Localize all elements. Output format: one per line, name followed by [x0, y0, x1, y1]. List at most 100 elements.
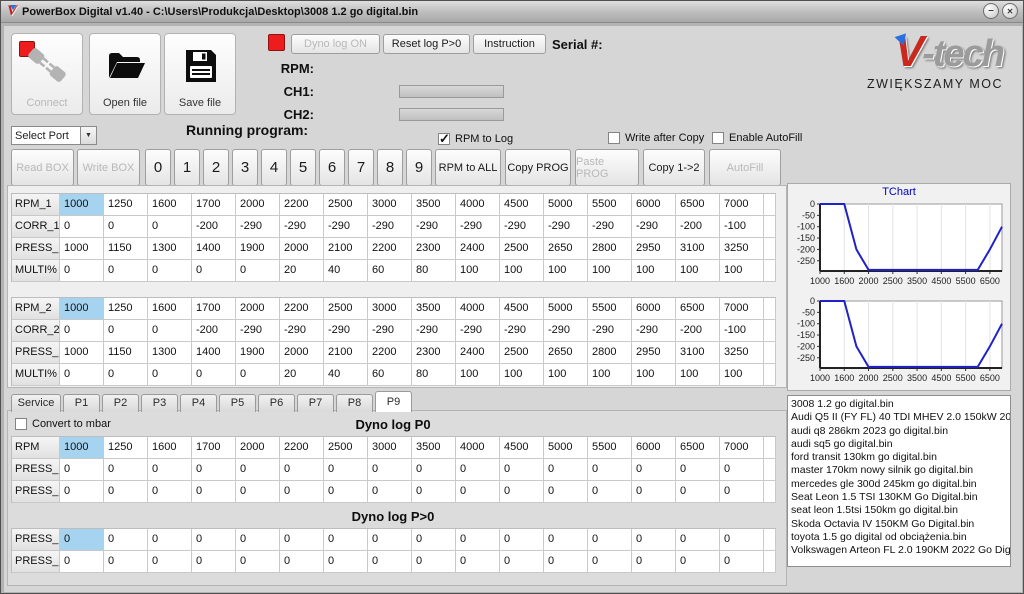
grid-cell[interactable]: 2200 — [368, 342, 412, 364]
grid-cell[interactable]: 0 — [280, 481, 324, 503]
grid-cell[interactable]: 0 — [720, 459, 764, 481]
open-file-button[interactable]: Open file — [89, 33, 161, 115]
grid-cell[interactable]: 0 — [60, 481, 104, 503]
grid-cell[interactable]: 2950 — [632, 238, 676, 260]
grid-cell[interactable]: 3000 — [368, 298, 412, 320]
grid-cell[interactable]: 1300 — [148, 238, 192, 260]
tab-p1[interactable]: P1 — [63, 394, 100, 412]
tab-p4[interactable]: P4 — [180, 394, 217, 412]
grid-cell[interactable]: -290 — [280, 216, 324, 238]
grid-cell[interactable]: 1400 — [192, 342, 236, 364]
grid-cell[interactable]: 3500 — [412, 194, 456, 216]
file-list-item[interactable]: mercedes gle 300d 245km go digital.bin — [791, 478, 1010, 491]
grid-cell[interactable]: 0 — [236, 529, 280, 551]
grid-cell[interactable]: 0 — [324, 529, 368, 551]
grid-cell[interactable]: 0 — [104, 481, 148, 503]
paste-prog-button[interactable]: Paste PROG — [575, 149, 639, 186]
grid-cell[interactable]: 1300 — [148, 342, 192, 364]
tab-p7[interactable]: P7 — [297, 394, 334, 412]
checkbox-box[interactable] — [438, 131, 450, 147]
digit-button-6[interactable]: 6 — [319, 149, 345, 186]
grid-cell[interactable]: 3250 — [720, 238, 764, 260]
grid-cell[interactable]: -290 — [412, 216, 456, 238]
grid-cell[interactable]: 5500 — [588, 298, 632, 320]
connect-button[interactable]: Connect — [11, 33, 83, 115]
digit-button-3[interactable]: 3 — [232, 149, 258, 186]
grid-cell[interactable]: -290 — [236, 320, 280, 342]
grid-cell[interactable]: 100 — [544, 364, 588, 386]
grid-cell[interactable]: 2200 — [280, 437, 324, 459]
grid-cell[interactable]: 0 — [368, 459, 412, 481]
grid-cell[interactable]: -290 — [500, 216, 544, 238]
grid-cell[interactable]: 0 — [148, 216, 192, 238]
grid-cell[interactable]: 2650 — [544, 238, 588, 260]
grid-cell[interactable]: 0 — [412, 481, 456, 503]
grid-cell[interactable]: 0 — [544, 529, 588, 551]
grid-cell[interactable]: -200 — [192, 320, 236, 342]
grid-cell[interactable]: 80 — [412, 364, 456, 386]
grid-cell[interactable]: 80 — [412, 260, 456, 282]
grid-cell[interactable]: 0 — [632, 551, 676, 573]
grid-cell[interactable]: 100 — [456, 364, 500, 386]
tab-service[interactable]: Service — [11, 394, 61, 412]
grid-cell[interactable]: 6000 — [632, 298, 676, 320]
grid-cell[interactable]: -290 — [544, 216, 588, 238]
grid-cell[interactable]: 1000 — [60, 194, 104, 216]
grid-cell[interactable]: 0 — [192, 459, 236, 481]
instruction-button[interactable]: Instruction — [473, 34, 546, 54]
grid-cell[interactable]: -290 — [280, 320, 324, 342]
grid-cell[interactable]: 7000 — [720, 437, 764, 459]
grid-cell[interactable]: 5500 — [588, 194, 632, 216]
grid-cell[interactable]: 1900 — [236, 342, 280, 364]
grid-cell[interactable]: 1600 — [148, 437, 192, 459]
grid-cell[interactable]: 0 — [720, 551, 764, 573]
grid-cell[interactable]: -290 — [236, 216, 280, 238]
write-box-button[interactable]: Write BOX — [77, 149, 140, 186]
grid-cell[interactable]: 6500 — [676, 437, 720, 459]
grid-cell[interactable]: 0 — [236, 260, 280, 282]
grid-cell[interactable]: 0 — [676, 481, 720, 503]
dyno-log-on-button[interactable]: Dyno log ON — [291, 34, 380, 54]
file-list[interactable]: 3008 1.2 go digital.bin Audi Q5 II (FY FL… — [787, 395, 1011, 567]
grid-cell[interactable]: 0 — [236, 364, 280, 386]
grid-cell[interactable]: 0 — [324, 459, 368, 481]
grid-cell[interactable]: 0 — [148, 551, 192, 573]
grid-cell[interactable]: 2500 — [324, 437, 368, 459]
grid-cell[interactable]: 2400 — [456, 342, 500, 364]
file-list-item[interactable]: Audi Q5 II (FY FL) 40 TDI MHEV 2.0 150kW… — [791, 411, 1010, 424]
read-box-button[interactable]: Read BOX — [11, 149, 74, 186]
grid-cell[interactable]: 1150 — [104, 238, 148, 260]
grid-cell[interactable]: 1000 — [60, 437, 104, 459]
grid-cell[interactable]: 1700 — [192, 298, 236, 320]
file-list-item[interactable]: Volkswagen Arteon FL 2.0 190KM 2022 Go D… — [791, 544, 1010, 557]
grid-cell[interactable]: 100 — [500, 260, 544, 282]
grid-cell[interactable]: 0 — [676, 551, 720, 573]
grid-cell[interactable]: 5000 — [544, 194, 588, 216]
grid-cell[interactable]: 4000 — [456, 298, 500, 320]
grid-cell[interactable]: 0 — [324, 551, 368, 573]
grid-cell[interactable]: 2100 — [324, 238, 368, 260]
enable-autofill-checkbox[interactable]: Enable AutoFill — [712, 132, 802, 144]
grid-cell[interactable]: -200 — [192, 216, 236, 238]
grid-cell[interactable]: 0 — [544, 481, 588, 503]
grid-cell[interactable]: -290 — [368, 216, 412, 238]
grid-cell[interactable]: 1700 — [192, 437, 236, 459]
grid-cell[interactable]: -100 — [720, 216, 764, 238]
grid-cell[interactable]: 0 — [148, 260, 192, 282]
grid-cell[interactable]: 0 — [500, 529, 544, 551]
grid-cell[interactable]: 0 — [280, 459, 324, 481]
grid-cell[interactable]: 1000 — [60, 238, 104, 260]
grid-cell[interactable]: 0 — [148, 529, 192, 551]
grid-cell[interactable]: 100 — [676, 364, 720, 386]
grid-cell[interactable]: -290 — [456, 320, 500, 342]
grid-cell[interactable]: 0 — [544, 551, 588, 573]
digit-button-4[interactable]: 4 — [261, 149, 287, 186]
file-list-item[interactable]: 3008 1.2 go digital.bin — [791, 398, 1010, 411]
grid-cell[interactable]: 100 — [500, 364, 544, 386]
grid-cell[interactable]: 0 — [104, 459, 148, 481]
grid-cell[interactable]: 0 — [632, 481, 676, 503]
file-list-item[interactable]: ford transit 130km go digital.bin — [791, 451, 1010, 464]
dropdown-arrow-icon[interactable] — [80, 127, 96, 144]
grid-cell[interactable]: 3500 — [412, 298, 456, 320]
grid-cell[interactable]: 0 — [148, 459, 192, 481]
